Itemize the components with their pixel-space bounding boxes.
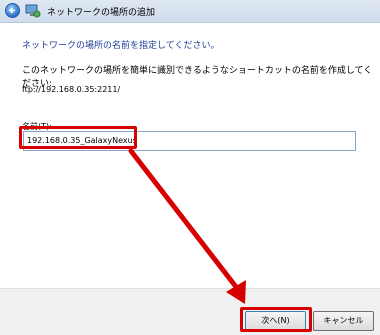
network-location-icon [25,4,41,18]
name-highlight-box [19,126,137,149]
back-arrow-icon[interactable] [5,3,20,18]
page-heading: ネットワークの場所の名前を指定してください。 [22,41,220,51]
next-highlight-box [240,307,312,332]
cancel-button[interactable]: キャンセル [313,311,374,331]
network-address: ftp://192.168.0.35:2211/ [22,85,121,94]
title-bar: ネットワークの場所の追加 [0,0,380,23]
window-title: ネットワークの場所の追加 [47,8,156,18]
